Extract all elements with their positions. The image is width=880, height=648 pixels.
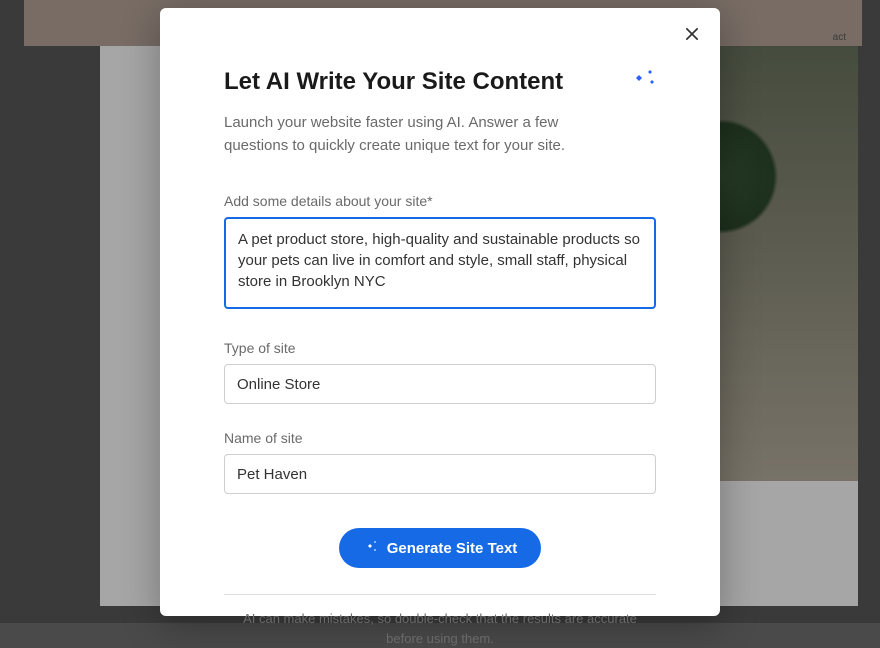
footer-divider (224, 594, 656, 595)
ai-content-modal: Let AI Write Your Site Content Launch yo… (160, 8, 720, 616)
modal-title: Let AI Write Your Site Content (224, 68, 656, 96)
close-icon (686, 27, 698, 45)
field-group-site-type: Type of site (224, 340, 656, 404)
disclaimer-text: AI can make mistakes, so double-check th… (224, 609, 656, 648)
sparkle-small-icon (363, 538, 379, 558)
close-button[interactable] (680, 24, 704, 48)
generate-site-text-button[interactable]: Generate Site Text (339, 528, 542, 568)
field-group-site-name: Name of site (224, 430, 656, 494)
modal-subtitle: Launch your website faster using AI. Ans… (224, 112, 624, 157)
site-type-label: Type of site (224, 340, 656, 356)
details-label: Add some details about your site* (224, 193, 656, 209)
site-type-input[interactable] (224, 364, 656, 404)
generate-button-label: Generate Site Text (387, 540, 518, 557)
site-name-input[interactable] (224, 454, 656, 494)
field-group-details: Add some details about your site* A pet … (224, 193, 656, 314)
site-name-label: Name of site (224, 430, 656, 446)
sparkle-icon (628, 66, 660, 90)
details-textarea[interactable]: A pet product store, high-quality and su… (224, 217, 656, 309)
